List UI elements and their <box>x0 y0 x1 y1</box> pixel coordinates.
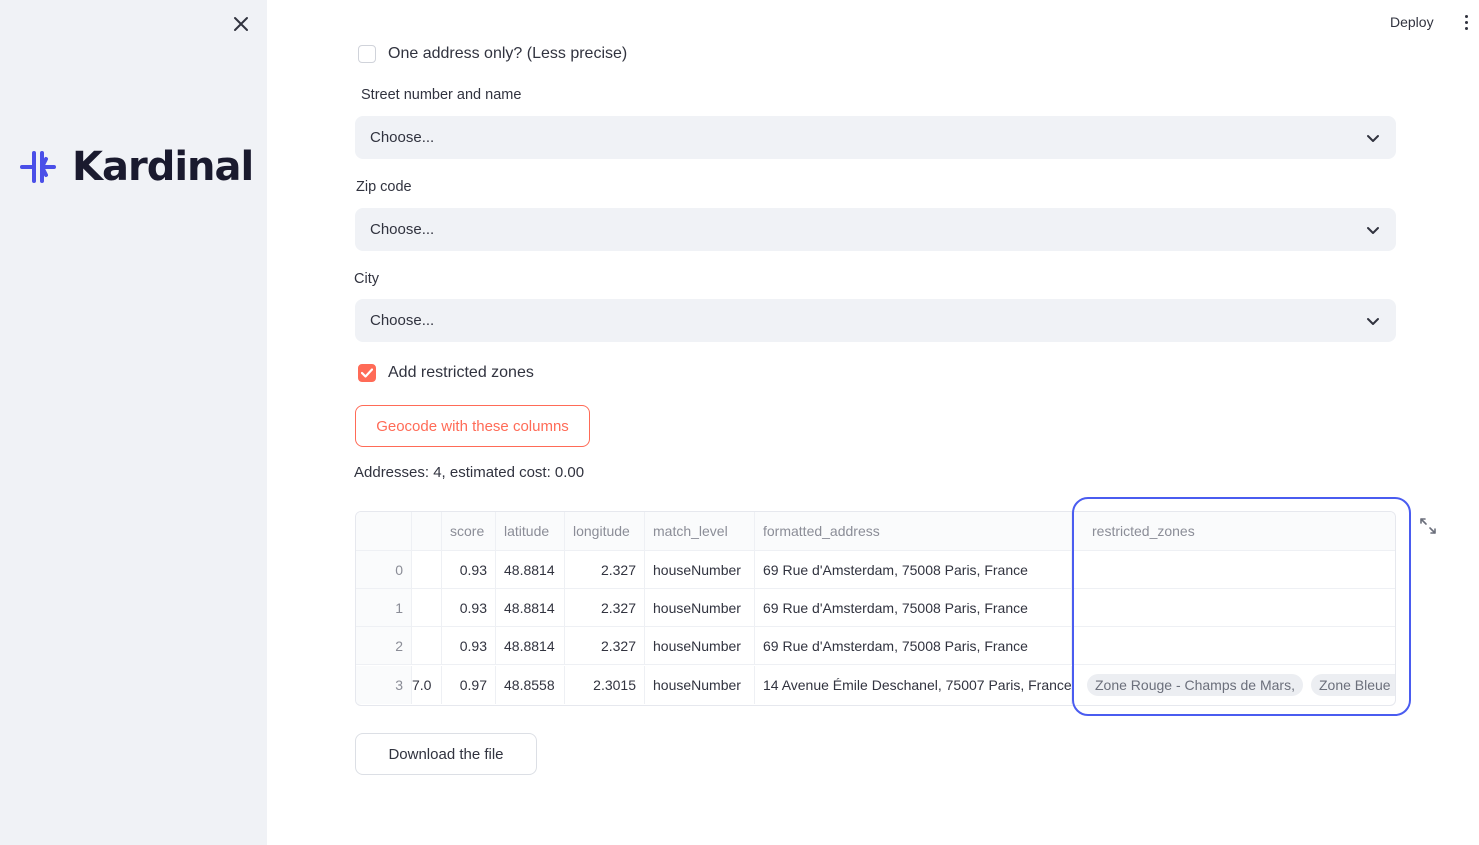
zip-select[interactable]: Choose... <box>355 208 1396 251</box>
restricted-zones-checkbox[interactable]: Add restricted zones <box>358 364 534 382</box>
table-cell[interactable]: 69 Rue d'Amsterdam, 75008 Paris, France <box>755 589 1072 626</box>
checkbox-box-checked[interactable] <box>358 364 376 382</box>
table-cell[interactable]: 0.93 <box>442 627 496 664</box>
one-address-label: One address only? (Less precise) <box>388 45 628 62</box>
zip-select-value: Choose... <box>370 221 435 238</box>
kebab-dot-icon <box>1464 26 1468 30</box>
geocode-button[interactable]: Geocode with these columns <box>355 405 590 447</box>
kebab-dot-icon <box>1464 14 1468 18</box>
brand-name: Kardinal <box>72 144 254 190</box>
table-cell[interactable]: houseNumber <box>645 551 755 588</box>
table-cell[interactable]: 69 Rue d'Amsterdam, 75008 Paris, France <box>755 627 1072 664</box>
row-index: 1 <box>356 589 412 626</box>
column-header-score[interactable]: score <box>442 512 496 550</box>
table-cell-zones[interactable] <box>1072 551 1395 588</box>
table-cell[interactable]: 0.97 <box>442 666 496 704</box>
expand-icon <box>1420 518 1436 534</box>
city-select[interactable]: Choose... <box>355 299 1396 342</box>
row-index: 0 <box>356 551 412 588</box>
sidebar: Kardinal <box>0 0 267 845</box>
column-header-formatted-address[interactable]: formatted_address <box>755 512 1072 550</box>
kardinal-logo: Kardinal <box>20 144 254 190</box>
column-header-longitude[interactable]: longitude <box>565 512 645 550</box>
column-header-match-level[interactable]: match_level <box>645 512 755 550</box>
column-header-latitude[interactable]: latitude <box>496 512 565 550</box>
table-cell[interactable] <box>412 627 442 664</box>
table-cell[interactable]: 48.8814 <box>496 627 565 664</box>
street-label: Street number and name <box>361 87 522 103</box>
table-cell-zones[interactable] <box>1072 589 1395 626</box>
table-row[interactable]: 2 0.93 48.8814 2.327 houseNumber 69 Rue … <box>356 627 1395 665</box>
column-header-index <box>356 512 412 550</box>
city-label: City <box>354 271 379 287</box>
checkmark-icon <box>361 368 373 378</box>
table-cell-zones[interactable] <box>1072 627 1395 664</box>
city-select-value: Choose... <box>370 312 435 329</box>
table-cell[interactable]: 48.8814 <box>496 551 565 588</box>
table-cell[interactable]: houseNumber <box>645 589 755 626</box>
checkbox-box[interactable] <box>358 45 376 63</box>
table-cell[interactable]: houseNumber <box>645 627 755 664</box>
close-icon <box>234 17 248 31</box>
restricted-zones-label: Add restricted zones <box>388 364 534 381</box>
column-header-restricted-zones[interactable]: restricted_zones <box>1072 512 1395 550</box>
chevron-down-icon <box>1367 226 1379 234</box>
chevron-down-icon <box>1367 317 1379 325</box>
table-cell-zones[interactable]: Zone Rouge - Champs de Mars, Zone Bleue … <box>1072 666 1395 704</box>
fullscreen-button[interactable] <box>1418 516 1438 536</box>
table-cell[interactable]: houseNumber <box>645 666 755 704</box>
table-cell[interactable] <box>412 551 442 588</box>
table-cell[interactable]: 2.327 <box>565 627 645 664</box>
table-cell[interactable]: 14 Avenue Émile Deschanel, 75007 Paris, … <box>755 666 1072 704</box>
street-select[interactable]: Choose... <box>355 116 1396 159</box>
street-select-value: Choose... <box>370 129 435 146</box>
row-index: 2 <box>356 627 412 664</box>
results-table[interactable]: score latitude longitude match_level for… <box>355 511 1396 706</box>
table-row[interactable]: 3 7.0 0.97 48.8558 2.3015 houseNumber 14… <box>356 666 1395 704</box>
table-cell[interactable]: 0.93 <box>442 551 496 588</box>
table-row[interactable]: 0 0.93 48.8814 2.327 houseNumber 69 Rue … <box>356 551 1395 589</box>
table-cell[interactable]: 0.93 <box>442 589 496 626</box>
table-header-row: score latitude longitude match_level for… <box>356 512 1395 551</box>
one-address-checkbox[interactable]: One address only? (Less precise) <box>358 45 627 63</box>
kebab-dot-icon <box>1464 20 1468 24</box>
table-cell[interactable]: 69 Rue d'Amsterdam, 75008 Paris, France <box>755 551 1072 588</box>
addresses-summary: Addresses: 4, estimated cost: 0.00 <box>354 464 585 481</box>
row-index: 3 <box>356 666 412 704</box>
table-cell[interactable]: 2.327 <box>565 589 645 626</box>
main-menu-button[interactable] <box>1458 12 1474 32</box>
table-cell[interactable]: 2.3015 <box>565 666 645 704</box>
table-cell[interactable] <box>412 589 442 626</box>
table-cell[interactable]: 7.0 <box>412 666 442 704</box>
table-row[interactable]: 1 0.93 48.8814 2.327 houseNumber 69 Rue … <box>356 589 1395 627</box>
close-sidebar-button[interactable] <box>229 12 253 36</box>
zip-label: Zip code <box>356 179 412 195</box>
chevron-down-icon <box>1367 134 1379 142</box>
column-header-hidden[interactable] <box>412 512 442 550</box>
zone-tag: Zone Rouge - Champs de Mars, <box>1087 674 1303 696</box>
table-cell[interactable]: 48.8814 <box>496 589 565 626</box>
download-file-button[interactable]: Download the file <box>355 733 537 775</box>
zone-tag: Zone Bleue - <box>1310 674 1395 696</box>
table-cell[interactable]: 48.8558 <box>496 666 565 704</box>
table-cell[interactable]: 2.327 <box>565 551 645 588</box>
kardinal-logo-icon <box>20 151 56 183</box>
deploy-button[interactable]: Deploy <box>1380 10 1444 34</box>
